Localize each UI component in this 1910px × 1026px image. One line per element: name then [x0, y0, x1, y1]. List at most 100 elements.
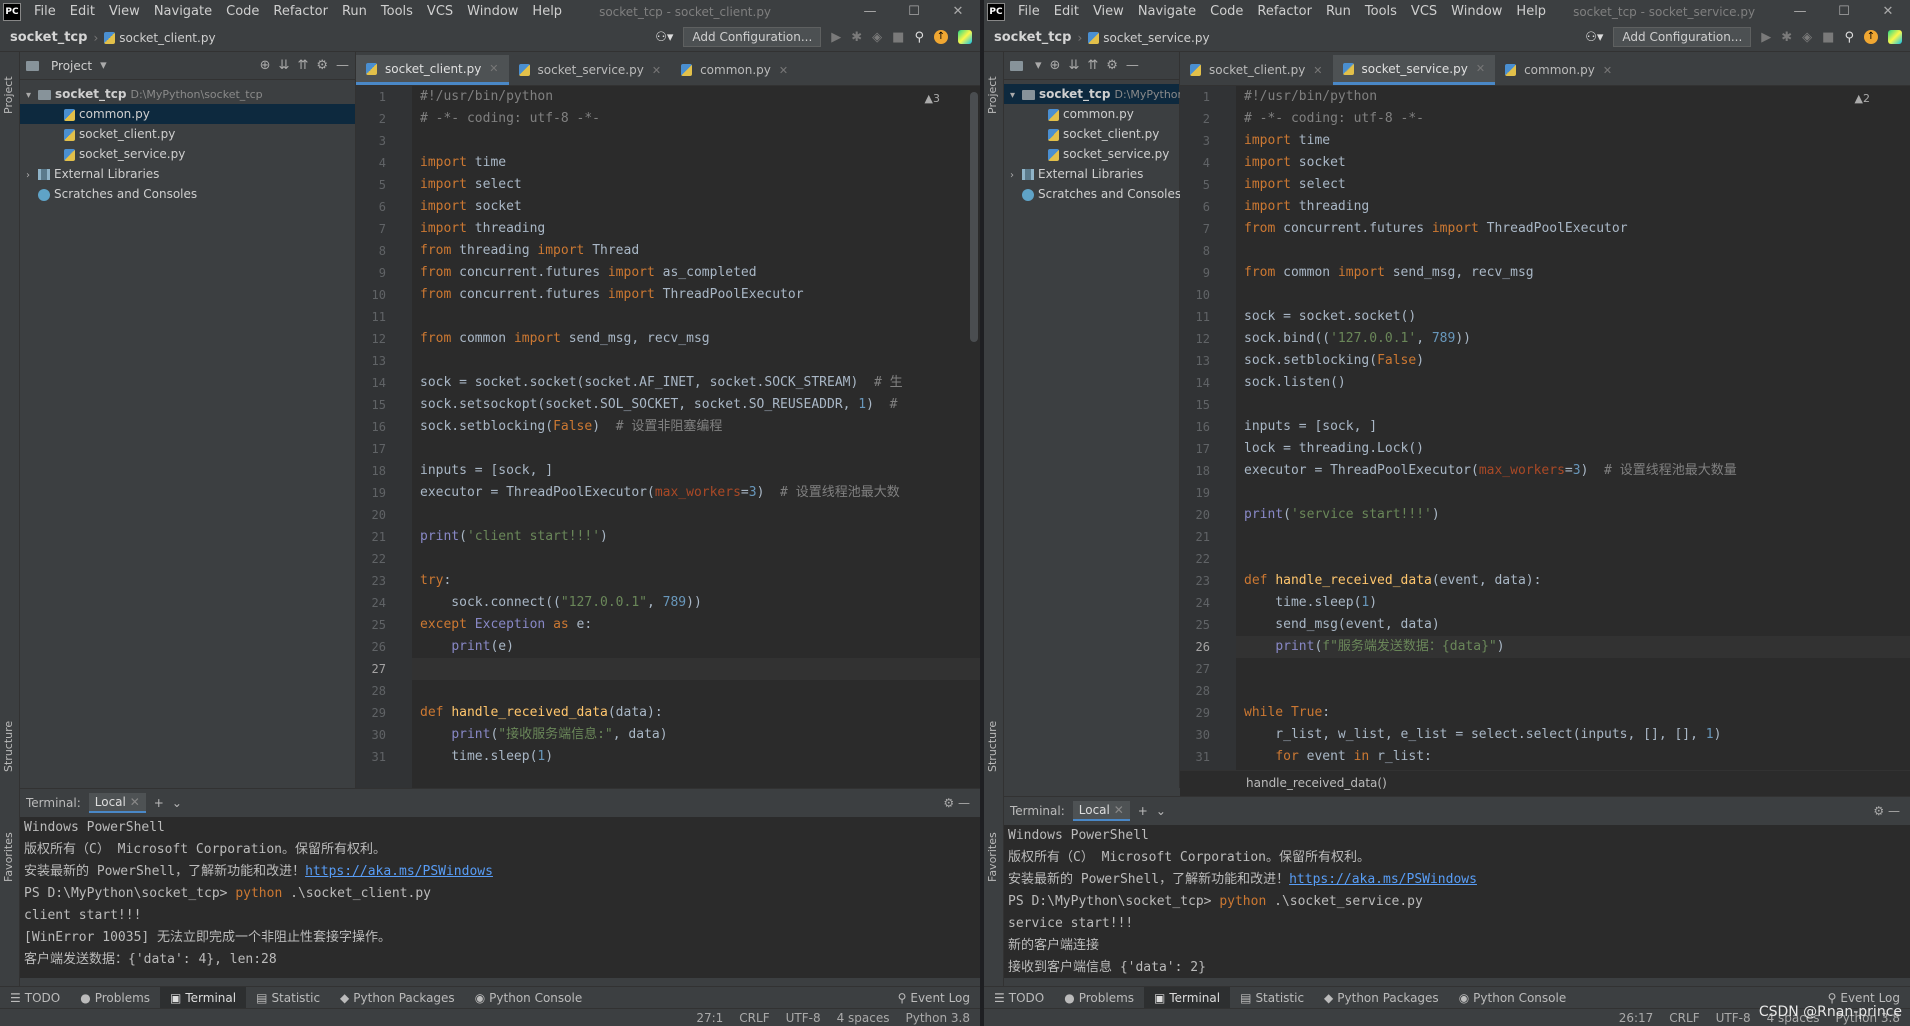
tree-external-libraries[interactable]: › External Libraries — [20, 164, 355, 184]
chevron-down-icon[interactable]: ⌄ — [1156, 804, 1166, 818]
add-terminal-icon[interactable]: + — [1138, 804, 1148, 818]
close-tab-icon[interactable]: ✕ — [1114, 803, 1124, 817]
gear-icon[interactable]: ⚙ — — [943, 796, 970, 810]
menu-vcs[interactable]: VCS — [1404, 0, 1444, 24]
expand-all-icon[interactable]: ⇊ — [279, 58, 290, 73]
menu-window[interactable]: Window — [460, 0, 525, 24]
tree-external-libraries[interactable]: › External Libraries — [1004, 164, 1179, 184]
update-icon[interactable]: ↑ — [934, 30, 948, 44]
tree-scratches[interactable]: Scratches and Consoles — [20, 184, 355, 204]
tree-root[interactable]: ▾ socket_tcp D:\MyPython — [1004, 84, 1185, 106]
close-icon[interactable]: ✕ — [1866, 0, 1910, 24]
tree-root[interactable]: ▾ socket_tcp D:\MyPython\socket_tcp — [20, 84, 355, 104]
line-separator[interactable]: CRLF — [1669, 1011, 1699, 1025]
locate-icon[interactable]: ⊕ — [1050, 58, 1061, 73]
debug-icon[interactable]: ✱ — [851, 30, 862, 45]
hide-icon[interactable]: — — [1126, 58, 1139, 73]
minimize-icon[interactable]: — — [848, 0, 892, 24]
powershell-link[interactable]: https://aka.ms/PSWindows — [1289, 872, 1477, 887]
close-icon[interactable]: ✕ — [936, 0, 980, 24]
tab-common[interactable]: common.py ✕ — [671, 55, 798, 85]
terminal-tool[interactable]: ▣ Terminal — [1144, 986, 1231, 1009]
tab-common[interactable]: common.py ✕ — [1495, 55, 1622, 85]
close-tab-icon[interactable]: ✕ — [652, 64, 661, 77]
jetbrains-icon[interactable] — [1888, 30, 1902, 44]
todo-tool[interactable]: ☰ TODO — [0, 987, 70, 1009]
chevron-down-icon[interactable]: ▾ — [1010, 86, 1022, 106]
python-console-tool[interactable]: ◉ Python Console — [1449, 987, 1577, 1009]
breadcrumb-project[interactable]: socket_tcp — [984, 30, 1071, 45]
problems-tool[interactable]: ● Problems — [1054, 987, 1144, 1009]
powershell-link[interactable]: https://aka.ms/PSWindows — [305, 864, 493, 879]
minimize-icon[interactable]: — — [1778, 0, 1822, 24]
tree-file-socket-service[interactable]: socket_service.py — [20, 144, 355, 164]
menu-refactor[interactable]: Refactor — [266, 0, 335, 24]
event-log-tool[interactable]: ⚲ Event Log — [888, 987, 980, 1009]
chevron-right-icon[interactable]: › — [26, 166, 38, 186]
close-tab-icon[interactable]: ✕ — [779, 64, 788, 77]
file-encoding[interactable]: UTF-8 — [786, 1011, 821, 1025]
structure-tool-label[interactable]: Structure — [2, 721, 15, 772]
indent-setting[interactable]: 4 spaces — [837, 1011, 890, 1025]
favorites-tool-label[interactable]: Favorites — [986, 832, 999, 882]
statistic-tool[interactable]: ▤ Statistic — [1230, 987, 1314, 1009]
stop-icon[interactable]: ■ — [1822, 30, 1834, 45]
terminal-tab-local[interactable]: Local ✕ — [1072, 801, 1130, 821]
terminal-panel[interactable]: Terminal: Local ✕ + ⌄ ⚙ — Windows PowerS… — [20, 788, 980, 978]
code-editor[interactable]: socket_client.py ✕ socket_service.py ✕ com… — [1180, 52, 1910, 796]
close-tab-icon[interactable]: ✕ — [1603, 64, 1612, 77]
menu-navigate[interactable]: Navigate — [1131, 0, 1203, 24]
code-area[interactable]: #!/usr/bin/python # -*- coding: utf-8 -*… — [412, 86, 980, 788]
run-icon[interactable]: ▶ — [1761, 30, 1771, 45]
tab-socket-client[interactable]: socket_client.py ✕ — [356, 55, 509, 85]
search-icon[interactable]: ⚲ — [914, 30, 924, 45]
menu-view[interactable]: View — [1086, 0, 1131, 24]
gear-icon[interactable]: ⚙ — — [1873, 804, 1900, 818]
update-icon[interactable]: ↑ — [1864, 30, 1878, 44]
menu-tools[interactable]: Tools — [1358, 0, 1404, 24]
project-tool-label[interactable]: Project — [2, 76, 15, 114]
line-separator[interactable]: CRLF — [739, 1011, 769, 1025]
tree-scratches[interactable]: Scratches and Consoles — [1004, 184, 1181, 204]
add-terminal-icon[interactable]: + — [154, 796, 164, 810]
breadcrumb-project[interactable]: socket_tcp — [0, 30, 87, 45]
coverage-icon[interactable]: ◈ — [1802, 30, 1812, 45]
search-icon[interactable]: ⚲ — [1844, 30, 1854, 45]
terminal-panel[interactable]: Terminal: Local ✕ + ⌄ ⚙ — Windows PowerS… — [1004, 796, 1910, 978]
run-icon[interactable]: ▶ — [831, 30, 841, 45]
tree-file-socket-client[interactable]: socket_client.py — [1004, 124, 1179, 144]
user-icon[interactable]: ⚇▾ — [1585, 30, 1603, 45]
add-configuration-button[interactable]: Add Configuration... — [683, 27, 822, 47]
file-encoding[interactable]: UTF-8 — [1716, 1011, 1751, 1025]
chevron-down-icon[interactable]: ⌄ — [172, 796, 182, 810]
terminal-tool[interactable]: ▣ Terminal — [160, 986, 247, 1009]
hide-icon[interactable]: — — [336, 58, 349, 73]
code-editor[interactable]: socket_client.py ✕ socket_service.py ✕ com… — [356, 52, 980, 788]
caret-position[interactable]: 26:17 — [1619, 1011, 1654, 1025]
debug-icon[interactable]: ✱ — [1781, 30, 1792, 45]
structure-tool-label[interactable]: Structure — [986, 721, 999, 772]
menu-file[interactable]: File — [27, 0, 63, 24]
python-packages-tool[interactable]: ◆ Python Packages — [330, 987, 465, 1009]
terminal-tab-local[interactable]: Local ✕ — [88, 793, 146, 813]
menu-tools[interactable]: Tools — [374, 0, 420, 24]
breadcrumb-file[interactable]: socket_client.py — [104, 31, 216, 45]
tree-file-socket-service[interactable]: socket_service.py — [1004, 144, 1179, 164]
tab-socket-service[interactable]: socket_service.py ✕ — [509, 55, 672, 85]
menu-code[interactable]: Code — [1203, 0, 1250, 24]
collapse-all-icon[interactable]: ⇈ — [1087, 58, 1098, 73]
python-packages-tool[interactable]: ◆ Python Packages — [1314, 987, 1449, 1009]
warning-count[interactable]: ▲3 — [925, 92, 940, 105]
chevron-right-icon[interactable]: › — [1010, 166, 1022, 186]
jetbrains-icon[interactable] — [958, 30, 972, 44]
stop-icon[interactable]: ■ — [892, 30, 904, 45]
python-console-tool[interactable]: ◉ Python Console — [465, 987, 593, 1009]
code-area[interactable]: #!/usr/bin/python # -*- coding: utf-8 -*… — [1236, 86, 1910, 770]
maximize-icon[interactable]: ☐ — [892, 0, 936, 24]
close-tab-icon[interactable]: ✕ — [1476, 62, 1485, 75]
editor-scrollbar[interactable] — [970, 92, 978, 342]
menu-window[interactable]: Window — [1444, 0, 1509, 24]
gear-icon[interactable]: ⚙ — [316, 58, 328, 73]
close-tab-icon[interactable]: ✕ — [1313, 64, 1322, 77]
tree-file-socket-client[interactable]: socket_client.py — [20, 124, 355, 144]
